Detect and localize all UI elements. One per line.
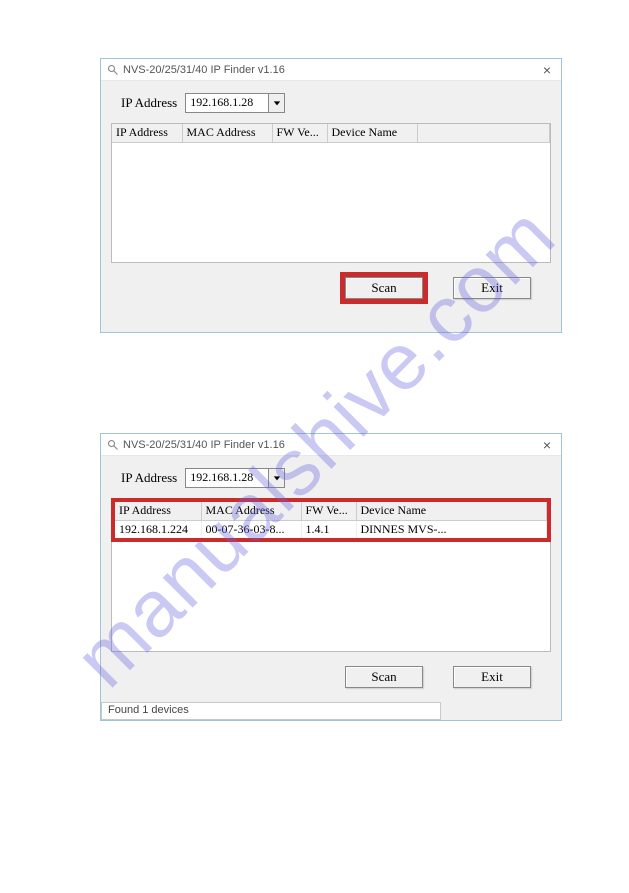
cell-ip: 192.168.1.224 xyxy=(115,520,201,538)
scan-button[interactable]: Scan xyxy=(345,277,423,299)
chevron-down-icon[interactable] xyxy=(268,94,284,112)
col-ip[interactable]: IP Address xyxy=(112,124,182,142)
col-fw[interactable]: FW Ve... xyxy=(272,124,327,142)
ip-address-label: IP Address xyxy=(121,470,177,486)
window-title: NVS-20/25/31/40 IP Finder v1.16 xyxy=(123,64,539,76)
magnifier-icon xyxy=(107,64,119,76)
exit-button[interactable]: Exit xyxy=(453,277,531,299)
ip-address-value: 192.168.1.28 xyxy=(186,469,268,487)
exit-button[interactable]: Exit xyxy=(453,666,531,688)
table-header-row: IP Address MAC Address FW Ve... Device N… xyxy=(115,502,547,520)
ip-finder-window-empty: NVS-20/25/31/40 IP Finder v1.16 × IP Add… xyxy=(100,58,562,333)
ip-finder-window-results: NVS-20/25/31/40 IP Finder v1.16 × IP Add… xyxy=(100,433,562,721)
device-table-empty: IP Address MAC Address FW Ve... Device N… xyxy=(111,123,551,263)
col-mac[interactable]: MAC Address xyxy=(182,124,272,142)
magnifier-icon xyxy=(107,439,119,451)
ip-address-value: 192.168.1.28 xyxy=(186,94,268,112)
status-bar: Found 1 devices xyxy=(101,702,441,720)
col-ip[interactable]: IP Address xyxy=(115,502,201,520)
cell-device: DINNES MVS-... xyxy=(356,520,547,538)
device-table-results-highlight: IP Address MAC Address FW Ve... Device N… xyxy=(111,498,551,542)
cell-fw: 1.4.1 xyxy=(301,520,356,538)
col-device[interactable]: Device Name xyxy=(356,502,547,520)
chevron-down-icon[interactable] xyxy=(268,469,284,487)
device-table-blank-area xyxy=(111,542,551,652)
window-title: NVS-20/25/31/40 IP Finder v1.16 xyxy=(123,439,539,451)
scan-button[interactable]: Scan xyxy=(345,666,423,688)
col-mac[interactable]: MAC Address xyxy=(201,502,301,520)
cell-mac: 00-07-36-03-8... xyxy=(201,520,301,538)
ip-address-label: IP Address xyxy=(121,95,177,111)
close-icon[interactable]: × xyxy=(539,62,555,78)
titlebar: NVS-20/25/31/40 IP Finder v1.16 × xyxy=(101,434,561,456)
ip-address-combo[interactable]: 192.168.1.28 xyxy=(185,468,285,488)
close-icon[interactable]: × xyxy=(539,437,555,453)
col-device[interactable]: Device Name xyxy=(327,124,417,142)
col-empty xyxy=(417,124,550,142)
ip-address-combo[interactable]: 192.168.1.28 xyxy=(185,93,285,113)
table-header-row: IP Address MAC Address FW Ve... Device N… xyxy=(112,124,550,142)
table-row[interactable]: 192.168.1.224 00-07-36-03-8... 1.4.1 DIN… xyxy=(115,520,547,538)
titlebar: NVS-20/25/31/40 IP Finder v1.16 × xyxy=(101,59,561,81)
col-fw[interactable]: FW Ve... xyxy=(301,502,356,520)
